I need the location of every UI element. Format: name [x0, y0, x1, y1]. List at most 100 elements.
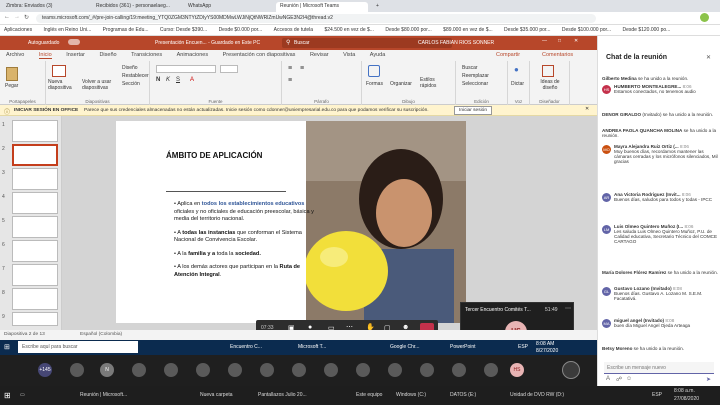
- self-video-tile[interactable]: [562, 361, 580, 379]
- browser-tab-whatsapp[interactable]: WhatsApp: [184, 2, 248, 12]
- align-icon[interactable]: ≡: [288, 77, 292, 84]
- bookmark-item[interactable]: $89.000 en vez de $...: [443, 27, 492, 33]
- windows-start-icon[interactable]: ⊞: [4, 391, 11, 400]
- more-participants-badge[interactable]: +145: [38, 363, 52, 377]
- underline-icon[interactable]: S: [176, 77, 180, 83]
- taskbar-search-input[interactable]: Escribe aquí para buscar: [18, 341, 138, 353]
- bookmark-item[interactable]: Accesos de tutela: [274, 27, 313, 33]
- tab-animaciones[interactable]: Animaciones: [177, 52, 209, 58]
- tab-insertar[interactable]: Insertar: [66, 52, 85, 58]
- comments-button[interactable]: Comentarios: [542, 52, 573, 58]
- slide-thumbnail-selected[interactable]: [12, 144, 58, 166]
- chat-message-input[interactable]: Escribe un mensaje nuevo: [604, 362, 714, 374]
- taskbar-app[interactable]: PowerPoint: [450, 344, 476, 350]
- tab-inicio[interactable]: Inicio: [38, 52, 52, 59]
- slide-thumbnail[interactable]: [12, 312, 58, 326]
- format-icon[interactable]: A: [606, 376, 610, 382]
- taskbar-item[interactable]: Unidad de DVD RW (D:): [510, 392, 564, 398]
- browser-tab-mail[interactable]: Recibidos (361) - personaelaeg...: [92, 2, 176, 12]
- taskbar-app[interactable]: Encuentro C...: [230, 344, 262, 350]
- task-view-icon[interactable]: ▭: [20, 392, 25, 398]
- close-icon[interactable]: ✕: [706, 54, 711, 61]
- section-button[interactable]: Sección: [122, 81, 140, 87]
- minimize-icon[interactable]: —: [542, 38, 547, 44]
- bookmark-item[interactable]: $24.500 en vez de $...: [324, 27, 373, 33]
- tab-transiciones[interactable]: Transiciones: [131, 52, 162, 58]
- layout-button[interactable]: Diseño: [122, 65, 138, 71]
- send-icon[interactable]: ➤: [706, 376, 711, 383]
- taskbar-item[interactable]: Windows (C:): [396, 392, 426, 398]
- find-button[interactable]: Buscar: [462, 65, 478, 71]
- language-indicator[interactable]: ESP: [652, 392, 662, 398]
- design-ideas-button[interactable]: Ideas de diseño: [534, 79, 566, 91]
- taskbar-app[interactable]: Microsoft T...: [298, 344, 326, 350]
- language-indicator[interactable]: Español (Colombia): [80, 332, 122, 337]
- slide-thumbnail[interactable]: [12, 120, 58, 142]
- profile-avatar[interactable]: [700, 13, 709, 22]
- font-family-dropdown[interactable]: [156, 65, 216, 73]
- reload-icon[interactable]: ↻: [24, 14, 29, 21]
- bookmark-item[interactable]: Programas de Edu...: [103, 27, 149, 33]
- tab-diseno[interactable]: Diseño: [99, 52, 116, 58]
- maximize-icon[interactable]: □: [558, 38, 561, 44]
- arrange-button[interactable]: Organizar: [390, 81, 412, 87]
- bookmark-item[interactable]: Desde $80.000 por...: [385, 27, 431, 33]
- taskbar-item[interactable]: Este equipo: [356, 392, 382, 398]
- quick-styles-button[interactable]: Estilos rápidos: [420, 77, 452, 89]
- taskbar-item[interactable]: DATOS (E:): [450, 392, 476, 398]
- taskbar-item[interactable]: Nueva carpeta: [200, 392, 233, 398]
- back-icon[interactable]: ←: [4, 14, 10, 20]
- slide-thumbnail[interactable]: [12, 168, 58, 190]
- new-tab-button[interactable]: +: [372, 2, 380, 12]
- font-size-dropdown[interactable]: [220, 65, 238, 73]
- taskbar-app[interactable]: Google Chr...: [390, 344, 419, 350]
- slide-thumbnail[interactable]: [12, 240, 58, 262]
- taskbar-item[interactable]: Reunión | Microsoft...: [80, 392, 127, 398]
- slide-thumbnail[interactable]: [12, 264, 58, 286]
- dictate-button[interactable]: Dictar: [511, 81, 524, 87]
- tab-archivo[interactable]: Archivo: [6, 52, 24, 58]
- forward-icon[interactable]: →: [14, 14, 20, 20]
- reuse-slides-button[interactable]: Volver a usar diapositivas: [82, 79, 116, 91]
- bookmark-item[interactable]: Desde $100.000 por...: [562, 27, 611, 33]
- italic-icon[interactable]: K: [166, 77, 170, 83]
- tab-presentacion[interactable]: Presentación con diapositivas: [223, 52, 296, 58]
- tab-revisar[interactable]: Revisar: [310, 52, 329, 58]
- autosave-toggle[interactable]: [68, 39, 80, 45]
- bullets-icon[interactable]: ≡: [288, 65, 292, 72]
- bookmark-item[interactable]: Desde $0.000 por...: [219, 27, 263, 33]
- close-icon[interactable]: ✕: [574, 38, 578, 44]
- bookmark-item[interactable]: Aplicaciones: [4, 27, 32, 33]
- numbering-icon[interactable]: ≡: [300, 65, 304, 72]
- bookmark-item[interactable]: Inglés en Reino Uni...: [43, 27, 91, 33]
- slide-thumbnail[interactable]: [12, 288, 58, 310]
- select-button[interactable]: Seleccionar: [462, 81, 488, 87]
- shapes-button[interactable]: Formas: [366, 81, 383, 87]
- windows-start-icon[interactable]: ⊞: [4, 343, 10, 351]
- emoji-icon[interactable]: ☺: [626, 376, 632, 382]
- url-field[interactable]: teams.microsoft.com/_#/pre-join-calling/…: [36, 14, 596, 23]
- font-color-icon[interactable]: A: [190, 77, 194, 83]
- new-slide-button[interactable]: Nueva diapositiva: [48, 79, 78, 91]
- taskbar-language[interactable]: ESP: [518, 344, 528, 350]
- slide-thumbnail[interactable]: [12, 192, 58, 214]
- tab-ayuda[interactable]: Ayuda: [370, 52, 386, 58]
- paste-button[interactable]: Pegar: [5, 83, 18, 89]
- signin-button[interactable]: Iniciar sesión: [454, 106, 492, 115]
- bold-icon[interactable]: N: [156, 77, 160, 83]
- more-options-icon[interactable]: ⋯: [565, 305, 571, 312]
- current-slide[interactable]: ÁMBITO DE APLICACIÓN • Aplica en todos l…: [116, 121, 466, 323]
- share-button[interactable]: Compartir: [496, 52, 520, 58]
- bookmark-item[interactable]: Desde $120.000 po...: [622, 27, 670, 33]
- attach-icon[interactable]: ☍: [616, 376, 622, 383]
- tab-vista[interactable]: Vista: [343, 52, 355, 58]
- bookmark-item[interactable]: Desde $35.000 por...: [504, 27, 550, 33]
- bookmark-item[interactable]: Curso: Desde $390...: [160, 27, 207, 33]
- reset-button[interactable]: Restablecer: [122, 73, 149, 79]
- replace-button[interactable]: Reemplazar: [462, 73, 489, 79]
- browser-tab-zimbra[interactable]: Zimbra: Enviados (3): [2, 2, 74, 12]
- taskbar-item[interactable]: Pantallazos Julio 20...: [258, 392, 307, 398]
- slide-thumbnail[interactable]: [12, 216, 58, 238]
- close-icon[interactable]: ✕: [585, 107, 589, 112]
- browser-tab-teams[interactable]: Reunión | Microsoft Teams: [276, 2, 368, 12]
